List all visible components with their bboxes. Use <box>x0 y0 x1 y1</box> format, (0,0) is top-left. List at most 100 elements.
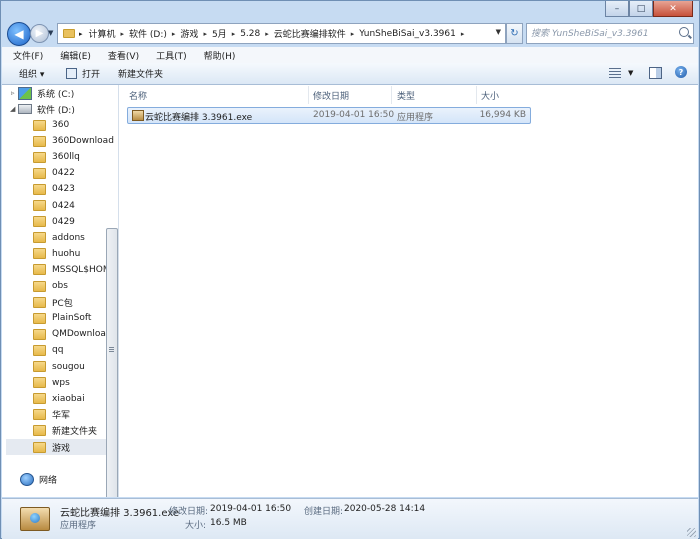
tree-item-folder[interactable]: addons <box>33 230 85 246</box>
maximize-button[interactable]: □ <box>629 1 653 17</box>
tree-item-label: 360llq <box>52 152 80 163</box>
exe-icon <box>132 110 144 121</box>
tree-item-folder[interactable]: 游戏 <box>6 439 108 455</box>
folder-icon <box>33 151 46 163</box>
forward-arrow-icon[interactable]: ▶ <box>30 24 49 43</box>
folder-icon <box>33 377 46 389</box>
file-row[interactable]: 云蛇比赛编排 3.3961.exe 2019-04-01 16:50 应用程序 … <box>127 107 531 124</box>
breadcrumb-separator-icon[interactable]: ▸ <box>121 30 125 38</box>
tree-item-folder[interactable]: wps <box>33 375 70 391</box>
tree-item-folder[interactable]: MSSQL$HOM <box>33 262 111 278</box>
minimize-button[interactable]: – <box>605 1 629 17</box>
view-options-icon[interactable] <box>609 68 621 78</box>
column-header-type[interactable]: 类型 <box>393 86 477 104</box>
tree-item-label: 网络 <box>39 475 58 486</box>
organize-button[interactable]: 组织 ▾ <box>19 67 44 80</box>
tree-item-folder[interactable]: 0424 <box>33 198 75 214</box>
folder-icon <box>33 312 46 324</box>
tree-item-folder[interactable]: huohu <box>33 246 80 262</box>
breadcrumb-item[interactable]: 软件 (D:) <box>129 27 167 40</box>
tree-item-label: 华军 <box>52 411 71 422</box>
tree-item-folder[interactable]: 新建文件夹 <box>33 423 97 439</box>
breadcrumb-item[interactable]: 计算机 <box>89 27 116 40</box>
breadcrumb-separator-icon[interactable]: ▸ <box>232 30 236 38</box>
tree-item-folder[interactable]: 0422 <box>33 165 75 181</box>
tree-item-folder[interactable]: PC包 <box>33 294 73 310</box>
folder-icon <box>33 328 46 340</box>
tree-item-drive-d[interactable]: ◢ 软件 (D:) <box>10 101 75 117</box>
tree-item-folder[interactable]: 360llq <box>33 149 80 165</box>
view-dropdown-icon[interactable]: ▼ <box>628 69 633 77</box>
file-type: 应用程序 <box>397 113 434 123</box>
menu-file[interactable]: 文件(F) <box>2 49 49 62</box>
tree-item-folder[interactable]: xiaobai <box>33 391 85 407</box>
search-box[interactable] <box>526 23 694 44</box>
tree-item-label: QMDownload <box>52 329 112 340</box>
menu-tools[interactable]: 工具(T) <box>145 49 193 62</box>
menu-help[interactable]: 帮助(H) <box>193 49 242 62</box>
magnifier-icon[interactable] <box>679 27 689 37</box>
breadcrumb-item[interactable]: 5月 <box>212 27 227 40</box>
tree-item-drive-c[interactable]: ▹ 系统 (C:) <box>11 85 74 101</box>
refresh-icon[interactable]: ↻ <box>506 23 523 44</box>
breadcrumb: 计算机 ▸ 软件 (D:) ▸ 游戏 ▸ 5月 ▸ 5.28 ▸ 云蛇比赛编排软件 ▸ Yu… <box>89 27 470 41</box>
tree-item-label: 游戏 <box>52 443 71 454</box>
open-button[interactable]: 打开 <box>66 67 100 80</box>
back-arrow-icon[interactable]: ◀ <box>7 22 31 46</box>
tree-item-folder[interactable]: sougou <box>33 359 85 375</box>
folder-icon <box>33 264 46 276</box>
details-created-label: 创建日期: <box>304 507 344 517</box>
breadcrumb-item[interactable]: YunSheBiSai_v3.3961 <box>359 29 456 39</box>
help-icon[interactable]: ? <box>675 66 687 78</box>
collapse-icon[interactable]: ◢ <box>10 105 15 113</box>
tree-item-network[interactable]: 网络 <box>20 471 57 487</box>
folder-icon <box>33 183 46 195</box>
menu-bar: 文件(F) 编辑(E) 查看(V) 工具(T) 帮助(H) <box>2 47 698 64</box>
breadcrumb-item[interactable]: 云蛇比赛编排软件 <box>274 27 346 40</box>
tree-item-folder[interactable]: 华军 <box>33 407 70 423</box>
tree-item-folder[interactable]: obs <box>33 278 68 294</box>
address-bar[interactable]: ▸ 计算机 ▸ 软件 (D:) ▸ 游戏 ▸ 5月 ▸ 5.28 ▸ 云蛇比赛编排软件 ▸ … <box>57 23 506 44</box>
tree-item-label: 360 <box>52 120 70 130</box>
column-header-size[interactable]: 大小 <box>477 86 530 104</box>
nav-scrollbar[interactable] <box>106 228 118 497</box>
menu-edit[interactable]: 编辑(E) <box>49 49 97 62</box>
navigation-pane: ▹ 系统 (C:) ◢ 软件 (D:) 360 360Download 360llq… <box>2 85 119 497</box>
column-header-date[interactable]: 修改日期 <box>309 86 392 104</box>
tree-item-label: xiaobai <box>52 393 85 404</box>
breadcrumb-separator-icon[interactable]: ▸ <box>203 30 207 38</box>
breadcrumb-item[interactable]: 游戏 <box>180 27 198 40</box>
close-button[interactable]: ✕ <box>653 1 693 17</box>
folder-icon <box>33 344 46 356</box>
tree-item-label: 软件 (D:) <box>37 105 75 116</box>
column-header-name[interactable]: 名称 <box>125 86 309 104</box>
expand-icon[interactable]: ▹ <box>11 89 15 97</box>
preview-pane-icon[interactable] <box>649 67 662 79</box>
breadcrumb-separator-icon[interactable]: ▸ <box>265 30 269 38</box>
breadcrumb-separator-icon[interactable]: ▸ <box>461 30 465 38</box>
tree-item-folder[interactable]: qq <box>33 342 63 358</box>
tree-item-folder[interactable]: PlainSoft <box>33 310 91 326</box>
folder-icon <box>33 409 46 421</box>
tree-item-label: PC包 <box>52 298 73 309</box>
breadcrumb-item[interactable]: 5.28 <box>240 29 260 39</box>
history-dropdown-icon[interactable]: ▼ <box>48 29 53 37</box>
tree-item-folder[interactable]: QMDownload <box>33 326 112 342</box>
folder-icon <box>33 393 46 405</box>
menu-view[interactable]: 查看(V) <box>97 49 145 62</box>
breadcrumb-separator-icon[interactable]: ▸ <box>351 30 355 38</box>
details-modified-value: 2019-04-01 16:50 <box>210 504 292 514</box>
file-name: 云蛇比赛编排 3.3961.exe <box>145 113 253 123</box>
address-dropdown-icon[interactable]: ▼ <box>496 28 501 36</box>
breadcrumb-separator-icon[interactable]: ▸ <box>172 30 176 38</box>
scroll-grip-icon[interactable] <box>109 347 114 353</box>
tree-item-label: 0424 <box>52 200 75 211</box>
tree-item-folder[interactable]: 360Download <box>33 133 114 149</box>
tree-item-folder[interactable]: 0429 <box>33 214 75 230</box>
resize-grip-icon[interactable] <box>687 528 696 537</box>
address-row: ◀ ▶ ▼ ▸ 计算机 ▸ 软件 (D:) ▸ 游戏 ▸ 5月 ▸ 5.28 ▸ 云蛇比赛… <box>1 21 699 47</box>
tree-item-folder[interactable]: 360 <box>33 117 69 133</box>
tree-item-folder[interactable]: 0423 <box>33 181 75 197</box>
new-folder-button[interactable]: 新建文件夹 <box>118 67 163 80</box>
search-input[interactable] <box>527 27 673 40</box>
